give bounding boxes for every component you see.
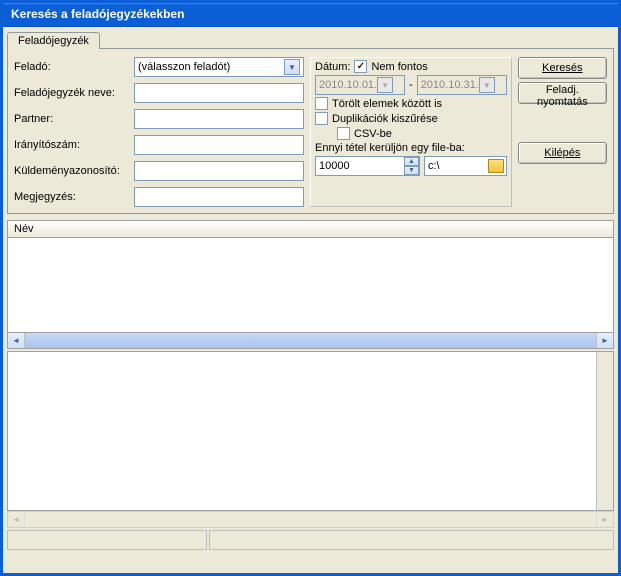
- right-buttons: Keresés Feladj. nyomtatás Kilépés: [518, 57, 607, 207]
- date-to[interactable]: 2010.10.31. ▼: [417, 75, 507, 95]
- kereses-button[interactable]: Keresés: [518, 57, 607, 79]
- path-input[interactable]: c:\: [424, 156, 507, 176]
- date-from[interactable]: 2010.10.01. ▼: [315, 75, 405, 95]
- folder-icon[interactable]: [488, 159, 504, 173]
- search-panel: Feladó: (válasszon feladót) ▼ Feladójegy…: [7, 48, 614, 214]
- label-irsz: Irányítószám:: [14, 139, 124, 151]
- path-text: c:\: [428, 160, 440, 172]
- chk-nemfontos[interactable]: [354, 60, 367, 73]
- label-csv: CSV-be: [354, 128, 392, 140]
- label-ennyi: Ennyi tétel kerüljön egy file-ba:: [315, 142, 507, 154]
- mid-options: Dátum: Nem fontos 2010.10.01. ▼ - 2010.1…: [310, 57, 512, 207]
- client-area: Feladójegyzék Feladó: (válasszon feladót…: [3, 27, 618, 573]
- kuld-input[interactable]: [134, 161, 304, 181]
- scroll-track[interactable]: [25, 512, 596, 527]
- tab-feladojegyzek[interactable]: Feladójegyzék: [7, 32, 100, 49]
- row-dup: Duplikációk kiszűrése: [315, 112, 507, 125]
- status-cell-1: [7, 530, 207, 550]
- chk-csv[interactable]: [337, 127, 350, 140]
- detail-vscroll[interactable]: [596, 352, 613, 510]
- spin-buttons[interactable]: ▲ ▼: [404, 157, 419, 175]
- row-file: 10000 ▲ ▼ c:\: [315, 156, 507, 176]
- window-title: Keresés a feladójegyzékekben: [11, 7, 184, 21]
- fjn-input[interactable]: [134, 83, 304, 103]
- label-torolt: Törölt elemek között is: [332, 98, 442, 110]
- tabstrip: Feladójegyzék: [3, 27, 618, 48]
- row-csv: CSV-be: [315, 127, 507, 140]
- app-window: Keresés a feladójegyzékekben Feladójegyz…: [0, 0, 621, 576]
- megj-input[interactable]: [134, 187, 304, 207]
- irsz-input[interactable]: [134, 135, 304, 155]
- row-dates: 2010.10.01. ▼ - 2010.10.31. ▼: [315, 75, 507, 95]
- results-grid: Név ◄ ►: [7, 220, 614, 349]
- felado-combo[interactable]: (válasszon feladót) ▼: [134, 57, 304, 77]
- partner-input[interactable]: [134, 109, 304, 129]
- label-dup: Duplikációk kiszűrése: [332, 113, 438, 125]
- kilepes-button[interactable]: Kilépés: [518, 142, 607, 164]
- row-datum: Dátum: Nem fontos: [315, 60, 507, 73]
- scroll-left-icon[interactable]: ◄: [8, 333, 25, 348]
- left-fields: Feladó: (válasszon feladót) ▼ Feladójegy…: [14, 57, 304, 207]
- chk-torolt[interactable]: [315, 97, 328, 110]
- scroll-right-icon[interactable]: ►: [596, 333, 613, 348]
- chevron-down-icon: ▼: [377, 77, 393, 93]
- statusbar: [7, 530, 614, 550]
- row-torolt: Törölt elemek között is: [315, 97, 507, 110]
- button-spacer: [518, 107, 607, 139]
- label-nemfontos: Nem fontos: [371, 61, 427, 73]
- spin-count[interactable]: 10000 ▲ ▼: [315, 156, 420, 176]
- date-to-text: 2010.10.31.: [421, 79, 479, 91]
- chevron-down-icon[interactable]: ▼: [284, 59, 300, 75]
- label-megj: Megjegyzés:: [14, 191, 124, 203]
- label-partner: Partner:: [14, 113, 124, 125]
- chk-dup[interactable]: [315, 112, 328, 125]
- spin-down-icon[interactable]: ▼: [404, 166, 419, 175]
- label-datum: Dátum:: [315, 61, 350, 73]
- spin-value: 10000: [319, 160, 350, 172]
- spin-up-icon[interactable]: ▲: [404, 157, 419, 166]
- scroll-left-icon[interactable]: ◄: [8, 512, 25, 527]
- label-fjn: Feladójegyzék neve:: [14, 87, 124, 99]
- felado-combo-text: (válasszon feladót): [138, 61, 230, 73]
- titlebar: Keresés a feladójegyzékekben: [3, 3, 618, 27]
- grid-body[interactable]: [7, 238, 614, 332]
- date-sep: -: [409, 79, 413, 91]
- date-from-text: 2010.10.01.: [319, 79, 377, 91]
- label-felado: Feladó:: [14, 61, 124, 73]
- grid-col-nev[interactable]: Név: [7, 220, 614, 238]
- grid-hscroll[interactable]: ◄ ►: [7, 332, 614, 349]
- nyomtatas-button[interactable]: Feladj. nyomtatás: [518, 82, 607, 104]
- label-kuld: Küldeményazonosító:: [14, 165, 124, 177]
- chevron-down-icon: ▼: [479, 77, 495, 93]
- scroll-right-icon[interactable]: ►: [596, 512, 613, 527]
- detail-pane[interactable]: [7, 351, 614, 511]
- status-cell-2: [209, 530, 614, 550]
- scroll-track[interactable]: [25, 333, 596, 348]
- detail-hscroll[interactable]: ◄ ►: [7, 511, 614, 528]
